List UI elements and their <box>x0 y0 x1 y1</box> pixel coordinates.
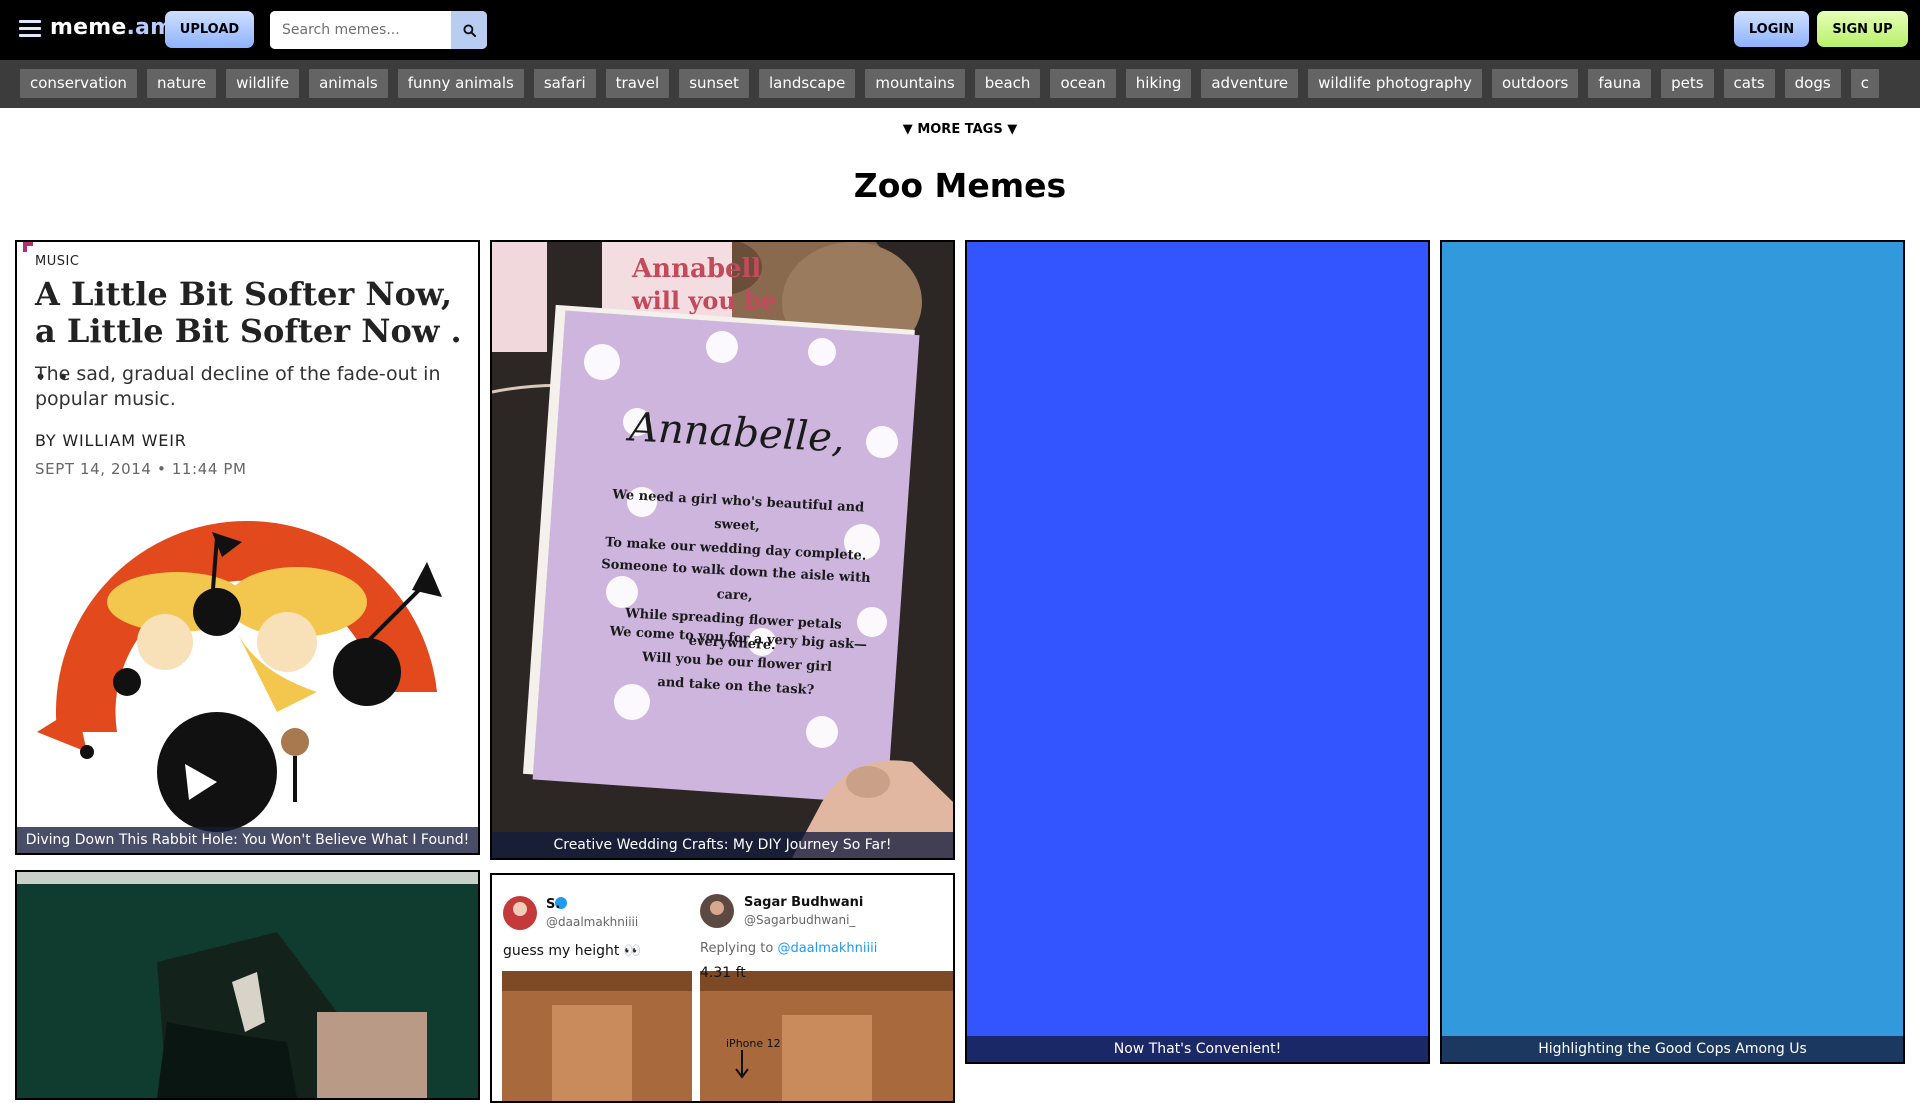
reply-author-handle: @Sagarbudhwani_ <box>744 913 856 927</box>
meme-card[interactable]: Highlighting the Good Cops Among Us <box>1440 240 1905 1064</box>
meme-card[interactable]: Now That's Convenient! <box>965 240 1430 1064</box>
tag-chip[interactable]: hiking <box>1125 69 1192 98</box>
logo-text: meme <box>50 15 127 40</box>
meme-card[interactable]: Annabell will you be Annabelle, We need … <box>490 240 955 860</box>
search-icon <box>462 23 476 37</box>
replying-prefix: Replying to <box>700 941 778 956</box>
tweet-text: guess my height 👀 <box>503 943 642 959</box>
tag-chip[interactable]: fauna <box>1588 69 1652 98</box>
tag-chip[interactable]: dogs <box>1784 69 1841 98</box>
search-button[interactable] <box>451 11 487 49</box>
article-subtitle: The sad, gradual decline of the fade-out… <box>35 363 441 410</box>
meme-card[interactable]: S. @daalmakhniiii guess my height 👀 Saga… <box>490 873 955 1103</box>
music-illustration <box>37 520 442 832</box>
tag-chip[interactable]: landscape <box>758 69 856 98</box>
tweet-author-name: S. <box>546 897 561 912</box>
article-category: MUSIC <box>35 254 80 269</box>
tag-chip[interactable]: adventure <box>1201 69 1299 98</box>
search-input[interactable] <box>270 11 450 49</box>
search-box <box>270 11 487 49</box>
invite-verse-3: We come to you for a very big ask— Will … <box>590 619 883 706</box>
signup-button[interactable]: SIGN UP <box>1817 11 1908 47</box>
card-caption: Creative Wedding Crafts: My DIY Journey … <box>492 832 953 858</box>
bg-sign-text: Annabell <box>632 254 762 284</box>
tag-bar: conservation nature wildlife animals funny a… <box>0 60 1920 108</box>
top-navigation-bar: meme.am UPLOAD LOGIN SIGN UP <box>0 0 1920 60</box>
tag-list: conservation nature wildlife animals funny a… <box>20 69 1879 98</box>
site-logo[interactable]: meme.am <box>50 15 173 40</box>
card-caption: Now That's Convenient! <box>967 1036 1428 1062</box>
page-title: Zoo Memes <box>853 166 1067 205</box>
reply-text: 4.31 ft <box>700 965 746 981</box>
more-tags-toggle[interactable]: ▼ MORE TAGS ▼ <box>0 122 1920 137</box>
card-caption: Diving Down This Rabbit Hole: You Won't … <box>17 827 478 853</box>
photo-image <box>17 872 478 1098</box>
reply-author-name: Sagar Budhwani <box>744 895 864 910</box>
tag-chip[interactable]: cats <box>1723 69 1775 98</box>
tweet-author-handle: @daalmakhniiii <box>546 915 639 929</box>
upload-button[interactable]: UPLOAD <box>165 11 254 48</box>
tag-chip[interactable]: nature <box>146 69 217 98</box>
replying-to: Replying to @daalmakhniiii <box>700 941 877 956</box>
tag-chip[interactable]: pets <box>1661 69 1714 98</box>
meme-card[interactable] <box>15 870 480 1100</box>
tag-chip[interactable]: outdoors <box>1491 69 1579 98</box>
bg-sign-text-2: will you be <box>632 286 777 315</box>
article-byline: BY WILLIAM WEIR <box>35 431 187 450</box>
tag-chip[interactable]: wildlife photography <box>1308 69 1482 98</box>
replying-handle-link[interactable]: @daalmakhniiii <box>777 941 877 956</box>
tag-chip[interactable]: wildlife <box>226 69 300 98</box>
tag-chip[interactable]: travel <box>605 69 670 98</box>
tag-chip[interactable]: safari <box>533 69 596 98</box>
login-button[interactable]: LOGIN <box>1734 11 1809 47</box>
phone-label: iPhone 12 <box>726 1037 781 1050</box>
article-date: SEPT 14, 2014 • 11:44 PM <box>35 460 247 478</box>
tag-chip[interactable]: mountains <box>865 69 965 98</box>
tweet-avatars <box>502 894 953 1101</box>
card-caption: Highlighting the Good Cops Among Us <box>1442 1036 1903 1062</box>
tag-chip[interactable]: animals <box>309 69 388 98</box>
meme-card[interactable]: MUSIC A Little Bit Softer Now, a Little … <box>15 240 480 855</box>
tag-chip[interactable]: funny animals <box>397 69 524 98</box>
tag-chip[interactable]: conservation <box>20 69 137 98</box>
tag-chip[interactable]: sunset <box>679 69 749 98</box>
tag-chip[interactable]: beach <box>974 69 1041 98</box>
tag-chip[interactable]: ocean <box>1050 69 1116 98</box>
corner-mark <box>23 242 33 252</box>
hamburger-icon[interactable] <box>19 20 41 38</box>
tag-chip[interactable]: c <box>1850 69 1879 98</box>
